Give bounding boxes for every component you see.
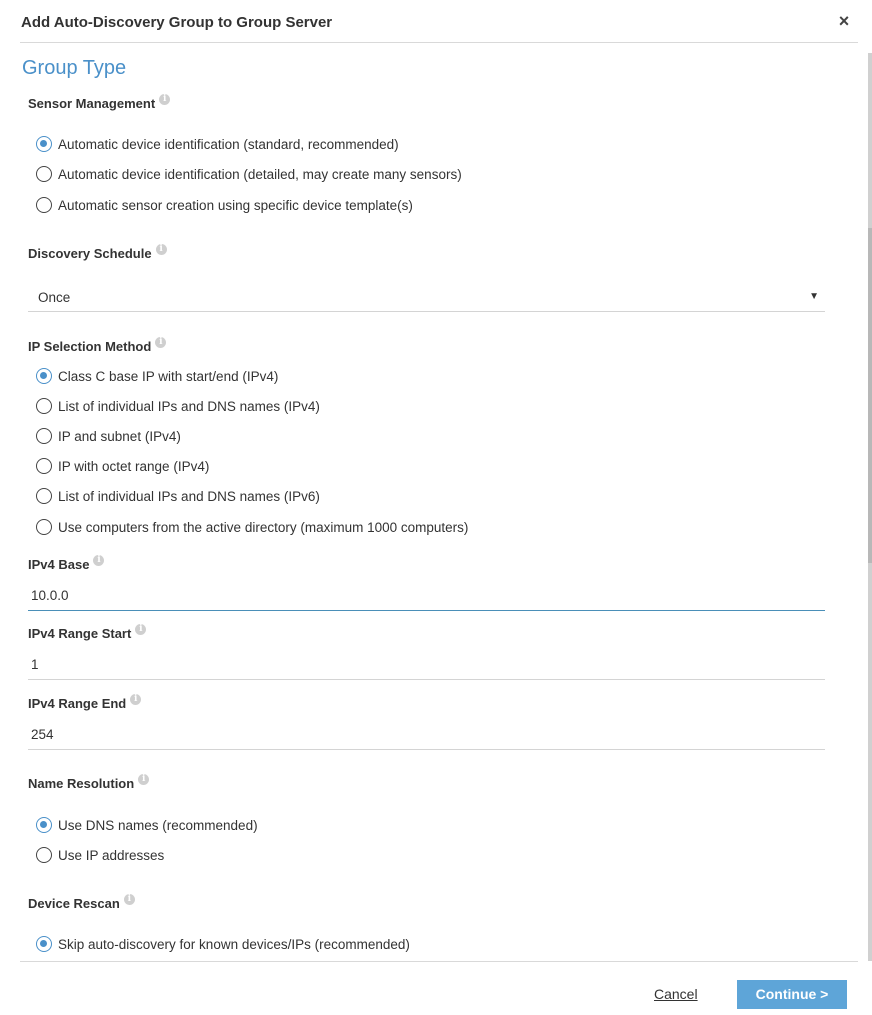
ipv4-range-end-label: IPv4 Range End i [28,694,142,711]
info-icon[interactable]: i [155,244,167,255]
info-icon[interactable]: i [123,894,135,905]
info-icon[interactable]: i [159,94,171,105]
info-icon[interactable]: i [155,337,167,348]
radio-button-checked[interactable] [36,136,52,152]
close-icon[interactable]: × [836,12,852,30]
device-rescan-label: Device Rescan i [28,894,135,911]
ip-selection-method-label: IP Selection Method i [28,337,167,354]
dialog-body[interactable]: Group Type Sensor Management i Automatic … [0,43,872,961]
radio-ip-class-c[interactable]: Class C base IP with start/end (IPv4) [36,366,278,386]
radio-use-dns-names[interactable]: Use DNS names (recommended) [36,815,258,835]
radio-button[interactable] [36,197,52,213]
radio-label: List of individual IPs and DNS names (IP… [58,398,320,414]
info-icon[interactable]: i [93,555,105,566]
radio-button-checked[interactable] [36,817,52,833]
scrollbar-thumb[interactable] [868,228,872,563]
radio-skip-known-devices[interactable]: Skip auto-discovery for known devices/IP… [36,934,410,954]
radio-button-checked[interactable] [36,936,52,952]
radio-label: IP and subnet (IPv4) [58,428,181,444]
select-value: Once [38,290,71,305]
dialog-title: Add Auto-Discovery Group to Group Server [21,14,333,31]
ipv4-range-start-label: IPv4 Range Start i [28,624,147,641]
radio-button[interactable] [36,428,52,444]
radio-button-checked[interactable] [36,368,52,384]
radio-sensor-detailed[interactable]: Automatic device identification (detaile… [36,164,462,184]
section-title-group-type: Group Type [22,57,127,79]
discovery-schedule-label: Discovery Schedule i [28,244,167,261]
radio-ip-subnet[interactable]: IP and subnet (IPv4) [36,426,181,446]
radio-ip-active-directory[interactable]: Use computers from the active directory … [36,517,468,537]
add-auto-discovery-dialog: Add Auto-Discovery Group to Group Server… [0,0,872,1015]
sensor-management-label: Sensor Management i [28,94,171,111]
discovery-schedule-select[interactable]: Once ▼ [28,282,825,312]
ipv4-range-start-input[interactable]: 1 [28,650,825,680]
radio-button[interactable] [36,398,52,414]
scrollbar-track[interactable] [868,53,872,961]
radio-label: Skip auto-discovery for known devices/IP… [58,936,410,952]
radio-button[interactable] [36,519,52,535]
info-icon[interactable]: i [135,624,147,635]
name-resolution-label: Name Resolution i [28,774,150,791]
input-value: 10.0.0 [31,588,69,603]
radio-label: Class C base IP with start/end (IPv4) [58,368,279,384]
dialog-header: Add Auto-Discovery Group to Group Server… [20,0,858,43]
radio-ip-list-ipv4[interactable]: List of individual IPs and DNS names (IP… [36,396,320,416]
radio-label: Automatic device identification (detaile… [58,166,462,182]
radio-label: Use computers from the active directory … [58,519,469,535]
radio-sensor-standard[interactable]: Automatic device identification (standar… [36,134,399,154]
info-icon[interactable]: i [130,694,142,705]
radio-ip-list-ipv6[interactable]: List of individual IPs and DNS names (IP… [36,486,320,506]
input-value: 254 [31,727,54,742]
info-icon[interactable]: i [138,774,150,785]
cancel-button[interactable]: Cancel [654,986,698,1002]
scrollbar[interactable] [868,43,872,961]
radio-button[interactable] [36,488,52,504]
radio-label: Automatic sensor creation using specific… [58,197,413,213]
dialog-footer: Cancel Continue > [20,961,858,1015]
radio-label: Use DNS names (recommended) [58,817,258,833]
continue-button[interactable]: Continue > [737,980,847,1009]
dropdown-arrow-icon: ▼ [809,291,819,302]
ipv4-base-input[interactable]: 10.0.0 [28,581,825,611]
ipv4-base-label: IPv4 Base i [28,555,105,572]
radio-button[interactable] [36,847,52,863]
radio-label: IP with octet range (IPv4) [58,458,210,474]
radio-label: Use IP addresses [58,847,165,863]
ipv4-range-end-input[interactable]: 254 [28,720,825,750]
input-value: 1 [31,657,39,672]
radio-use-ip-addresses[interactable]: Use IP addresses [36,845,164,865]
radio-ip-octet-range[interactable]: IP with octet range (IPv4) [36,456,209,476]
radio-label: List of individual IPs and DNS names (IP… [58,488,320,504]
radio-button[interactable] [36,166,52,182]
radio-label: Automatic device identification (standar… [58,136,399,152]
radio-sensor-template[interactable]: Automatic sensor creation using specific… [36,195,413,215]
radio-button[interactable] [36,458,52,474]
